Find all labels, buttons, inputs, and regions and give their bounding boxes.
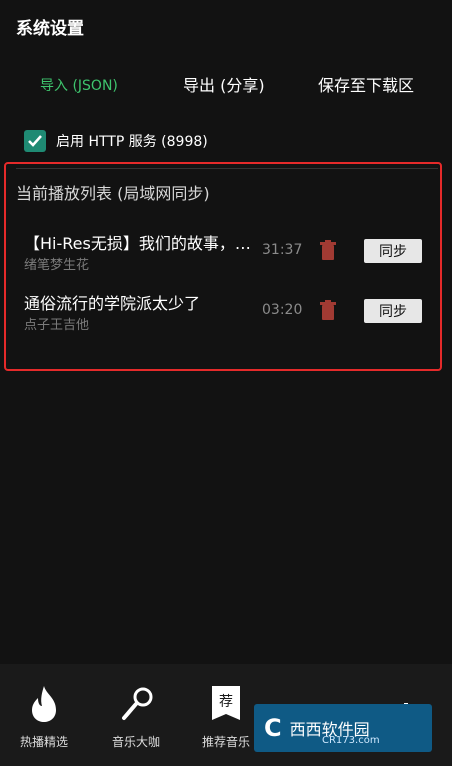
trash-icon[interactable]: [318, 299, 338, 323]
playlist-title: 当前播放列表 (局域网同步): [16, 184, 210, 203]
song-title: 通俗流行的学院派太少了: [24, 294, 201, 313]
export-share-tab[interactable]: 导出 (分享): [183, 72, 265, 96]
playlist-item[interactable]: 通俗流行的学院派太少了 点子王吉他 03:20 同步: [0, 290, 452, 342]
sync-button[interactable]: 同步: [364, 239, 422, 263]
checkbox[interactable]: [24, 130, 46, 152]
fire-icon: [4, 681, 84, 727]
song-duration: 31:37: [262, 242, 303, 258]
trash-icon[interactable]: [318, 239, 338, 263]
playlist-item[interactable]: 【Hi-Res无损】我们的故事，… 绪笔梦生花 31:37 同步: [0, 230, 452, 282]
nav-label: 热播精选: [19, 735, 68, 749]
sync-button[interactable]: 同步: [364, 299, 422, 323]
watermark-sub: CR173.com: [322, 735, 380, 746]
watermark-logo: C: [264, 714, 282, 742]
nav-item-artists[interactable]: 音乐大咖: [96, 681, 176, 750]
http-service-toggle[interactable]: 启用 HTTP 服务 (8998): [24, 130, 208, 152]
microphone-icon: [96, 681, 176, 727]
song-artist: 点子王吉他: [24, 318, 90, 333]
import-json-tab[interactable]: 导入 (JSON): [40, 75, 118, 95]
http-service-label: 启用 HTTP 服务 (8998): [56, 134, 208, 150]
bottom-nav: 热播精选 音乐大咖 荐 推荐音乐 C 西西软件园 CR173.com: [0, 664, 452, 766]
song-title: 【Hi-Res无损】我们的故事，…: [24, 234, 251, 253]
svg-text:荐: 荐: [219, 694, 233, 710]
save-to-download-tab[interactable]: 保存至下载区: [318, 72, 414, 96]
page-title: 系统设置: [16, 19, 84, 39]
nav-item-hot[interactable]: 热播精选: [4, 681, 84, 750]
nav-label: 音乐大咖: [111, 735, 160, 749]
check-icon: [28, 135, 42, 147]
watermark-badge: C 西西软件园 CR173.com: [254, 704, 432, 752]
song-duration: 03:20: [262, 302, 303, 318]
song-artist: 绪笔梦生花: [24, 258, 90, 273]
action-tabs: 导入 (JSON) 导出 (分享) 保存至下载区: [0, 72, 452, 98]
